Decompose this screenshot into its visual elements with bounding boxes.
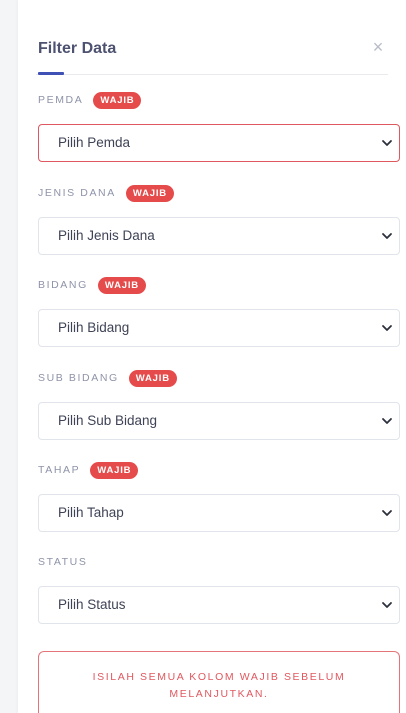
chevron-down-icon	[382, 510, 392, 516]
sub-bidang-select[interactable]: Pilih Sub Bidang	[38, 402, 400, 440]
required-badge: WAJIB	[90, 461, 139, 479]
chevron-down-icon	[382, 418, 392, 424]
select-value: Pilih Sub Bidang	[58, 413, 158, 428]
validation-alert: ISILAH SEMUA KOLOM WAJIB SEBELUM MELANJU…	[38, 651, 400, 713]
chevron-down-icon	[382, 140, 392, 146]
tahap-select[interactable]: Pilih Tahap	[38, 494, 400, 532]
alert-message: ISILAH SEMUA KOLOM WAJIB SEBELUM MELANJU…	[92, 671, 346, 700]
field-label-bidang: BIDANG WAJIB	[38, 275, 146, 295]
filter-panel: Filter Data × PEMDA WAJIB Pilih Pemda JE…	[18, 0, 406, 713]
bidang-select[interactable]: Pilih Bidang	[38, 309, 400, 347]
chevron-down-icon	[382, 325, 392, 331]
chevron-down-icon	[382, 233, 392, 239]
required-badge: WAJIB	[93, 91, 142, 109]
field-label-pemda: PEMDA WAJIB	[38, 90, 142, 110]
field-label-tahap: TAHAP WAJIB	[38, 460, 139, 480]
panel-header: Filter Data ×	[36, 34, 388, 75]
required-badge: WAJIB	[125, 184, 174, 202]
required-badge: WAJIB	[97, 276, 146, 294]
select-value: Pilih Jenis Dana	[58, 228, 155, 243]
field-label-sub-bidang: SUB BIDANG WAJIB	[38, 368, 177, 388]
jenis-dana-select[interactable]: Pilih Jenis Dana	[38, 217, 400, 255]
select-value: Pilih Bidang	[58, 320, 130, 335]
field-label-jenis-dana: JENIS DANA WAJIB	[38, 183, 174, 203]
close-icon[interactable]: ×	[368, 37, 388, 57]
label-text: PEMDA	[38, 94, 84, 106]
select-value: Pilih Tahap	[58, 505, 124, 520]
label-text: SUB BIDANG	[38, 372, 119, 384]
label-text: JENIS DANA	[38, 187, 116, 199]
select-value: Pilih Pemda	[58, 135, 131, 150]
panel-title: Filter Data	[38, 40, 117, 57]
label-text: BIDANG	[38, 279, 88, 291]
status-select[interactable]: Pilih Status	[38, 586, 400, 624]
label-text: STATUS	[38, 556, 88, 568]
title-underline	[38, 72, 64, 75]
label-text: TAHAP	[38, 464, 81, 476]
field-label-status: STATUS	[38, 552, 87, 572]
select-value: Pilih Status	[58, 597, 126, 612]
pemda-select[interactable]: Pilih Pemda	[38, 124, 400, 162]
chevron-down-icon	[382, 602, 392, 608]
required-badge: WAJIB	[128, 369, 177, 387]
